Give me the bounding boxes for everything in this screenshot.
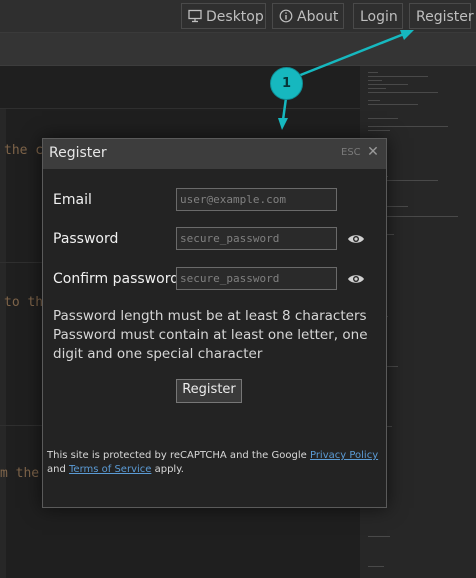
callout-arrows xyxy=(278,30,414,130)
callout-badge: 1 xyxy=(270,67,303,100)
